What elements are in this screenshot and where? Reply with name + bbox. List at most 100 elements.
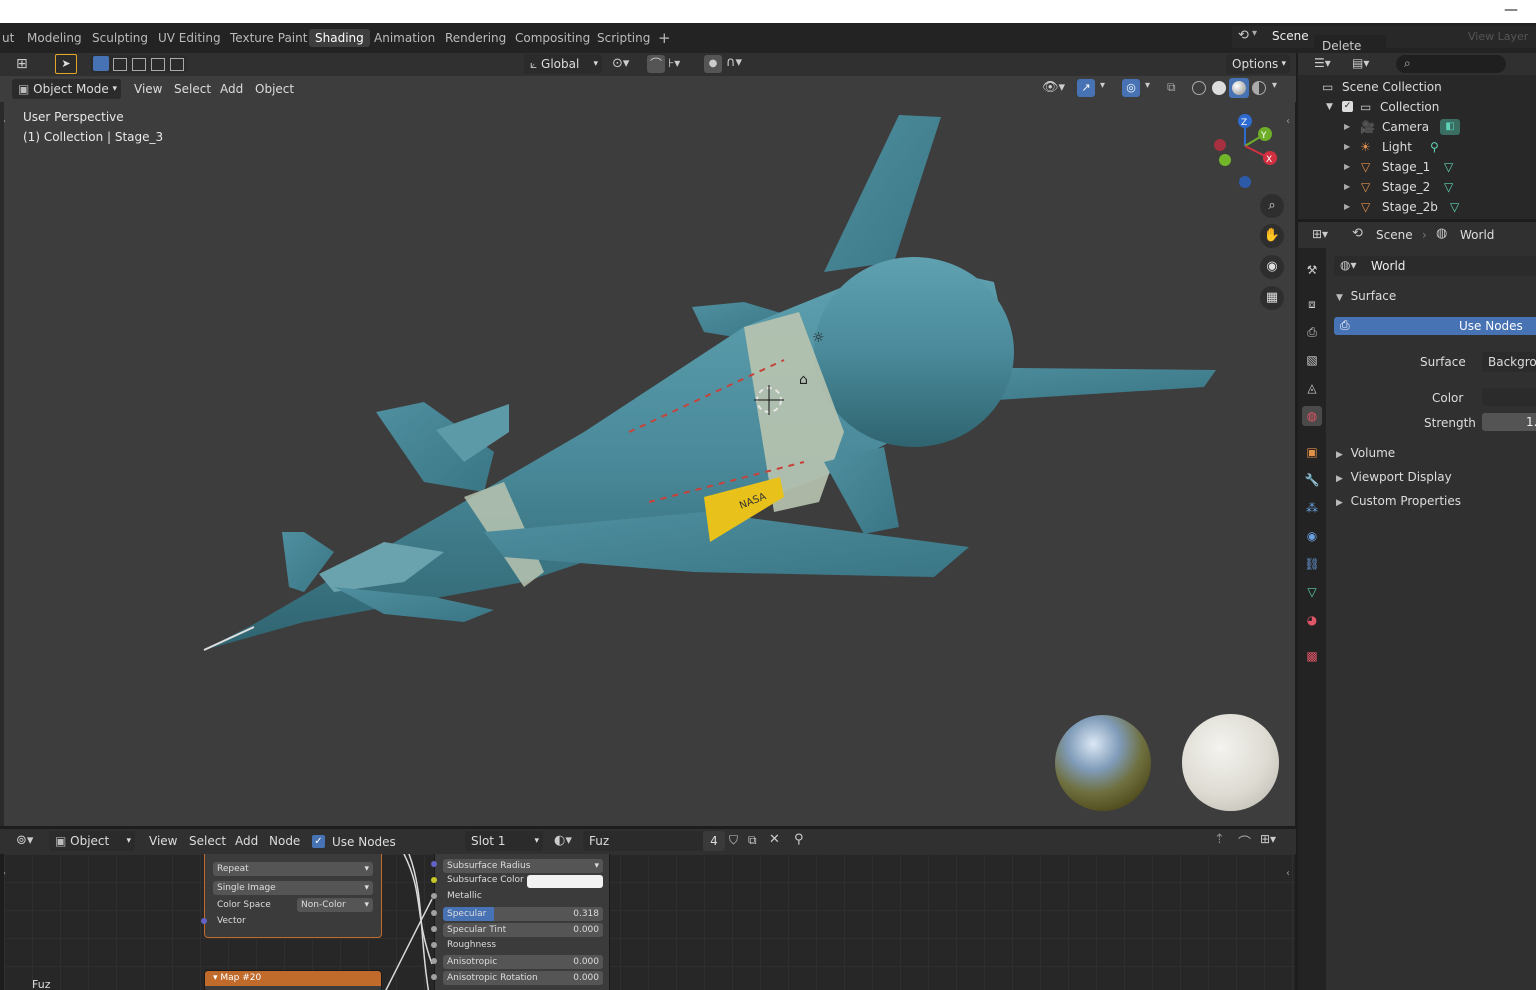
tab-animation[interactable]: Animation — [368, 29, 441, 47]
pivot-point-icon[interactable]: ⊙▾ — [612, 56, 629, 71]
parent-node-tree-icon[interactable]: ⇡ — [1214, 832, 1225, 847]
camera-view-icon[interactable]: ◉ — [1260, 255, 1284, 279]
viewport-display-panel-header[interactable]: ▶ Viewport Display — [1336, 470, 1452, 484]
mesh-data-tab-icon[interactable]: ▽ — [1302, 582, 1322, 602]
specular-slider[interactable]: Specular 0.318 — [443, 907, 603, 921]
material-browse-icon[interactable]: ◐▾ — [554, 833, 572, 848]
node-snap-icon[interactable]: ⌒ — [1238, 832, 1251, 851]
physics-tab-icon[interactable]: ◉ — [1302, 526, 1322, 546]
surface-panel-header[interactable]: ▼ Surface — [1336, 289, 1396, 303]
texture-tab-icon[interactable]: ▩ — [1302, 646, 1322, 666]
pin-icon[interactable]: ⚲ — [794, 832, 804, 847]
color-swatch[interactable] — [1482, 388, 1536, 406]
subsurface-radius-socket[interactable] — [431, 861, 437, 867]
view-layer-tab-icon[interactable]: ▧ — [1302, 350, 1322, 370]
zoom-icon[interactable]: ⌕ — [1260, 194, 1284, 218]
gizmo-toggle-icon[interactable]: ↗ — [1077, 79, 1095, 97]
menu-object[interactable]: Object — [250, 79, 299, 99]
output-tab-icon[interactable]: ⎙ — [1302, 322, 1322, 342]
chevron-down-icon[interactable]: ▾ — [1272, 80, 1277, 91]
anisotropic-rotation-slider[interactable]: Anisotropic Rotation 0.000 — [443, 971, 603, 985]
outliner-item-light[interactable]: ▶ ☀ Light ⚲ — [1298, 137, 1536, 157]
light-data-icon[interactable]: ⚲ — [1430, 137, 1439, 157]
unlink-material-icon[interactable]: ✕ — [769, 832, 780, 847]
node-object-dropdown[interactable]: ▣ Object ▾ — [49, 831, 135, 851]
navigation-gizmo[interactable]: Z Y X — [1210, 114, 1280, 194]
tab-modeling[interactable]: Modeling — [21, 29, 88, 47]
custom-properties-panel-header[interactable]: ▶ Custom Properties — [1336, 494, 1461, 508]
camera-marker-icon[interactable]: ⌂ — [799, 372, 808, 388]
collection-checkbox[interactable]: ✓ — [1342, 101, 1353, 112]
wireframe-shading-icon[interactable] — [1192, 81, 1206, 95]
disclosure-right-icon[interactable]: ▶ — [1344, 177, 1350, 197]
outliner-editor-icon[interactable]: ☰▾ — [1314, 56, 1331, 70]
select-extend-icon[interactable] — [113, 58, 127, 71]
material-tab-icon[interactable]: ◕ — [1302, 610, 1322, 630]
proportional-edit-icon[interactable]: ● — [704, 55, 722, 73]
mesh-data-icon[interactable]: ▽ — [1444, 177, 1453, 197]
duplicate-material-icon[interactable]: ⧉ — [748, 833, 757, 848]
camera-data-icon[interactable]: ◧ — [1440, 119, 1460, 135]
slot-dropdown[interactable]: Slot 1 ▾ — [465, 831, 543, 851]
material-users-count[interactable]: 4 — [703, 831, 725, 851]
tool-tab-icon[interactable]: ⚒ — [1302, 260, 1322, 280]
anisotropic-socket[interactable] — [431, 958, 437, 964]
tab-scripting[interactable]: Scripting — [591, 29, 656, 47]
pan-hand-icon[interactable]: ✋ — [1260, 224, 1284, 248]
editor-type-icon[interactable]: ⊞ — [16, 56, 28, 72]
overlays-toggle-icon[interactable]: ◎ — [1122, 79, 1140, 97]
outliner-search-input[interactable]: ⌕ — [1396, 55, 1506, 73]
specular-tint-socket[interactable] — [431, 926, 437, 932]
gizmo-neg-z[interactable] — [1239, 176, 1251, 188]
principled-bsdf-node[interactable]: Subsurface Radius ▾ Subsurface Color Meta… — [431, 854, 610, 990]
gizmo-neg-x[interactable] — [1214, 139, 1226, 151]
chevron-down-icon[interactable]: ▾ — [1100, 80, 1105, 91]
outliner-scene-collection[interactable]: ▭ Scene Collection — [1298, 77, 1536, 97]
disclosure-right-icon[interactable]: ▶ — [1344, 137, 1350, 157]
use-nodes-button[interactable]: ⎙ Use Nodes — [1334, 317, 1536, 335]
proportional-falloff-icon[interactable]: ∩▾ — [726, 55, 742, 70]
select-intersect-icon[interactable] — [170, 58, 184, 71]
disclosure-down-icon[interactable]: ▼ — [1326, 97, 1333, 117]
vector-socket[interactable] — [201, 918, 207, 924]
disclosure-right-icon[interactable]: ▶ — [1344, 197, 1350, 217]
node-editor-canvas[interactable]: › ‹ Repeat▾ Single Image▾ Color Space No… — [4, 854, 1295, 990]
outliner-item-stage-2[interactable]: ▶ ▽ Stage_2 ▽ — [1298, 177, 1536, 197]
projection-dropdown[interactable]: Single Image ▾ — [213, 881, 373, 895]
menu-add[interactable]: Add — [215, 79, 248, 99]
node-menu-select[interactable]: Select — [184, 831, 231, 851]
tab-shading[interactable]: Shading — [309, 29, 370, 47]
constraints-tab-icon[interactable]: ⛓ — [1302, 554, 1322, 574]
metallic-socket[interactable] — [431, 893, 437, 899]
world-datablock-field[interactable]: ◍▾ World — [1334, 256, 1536, 276]
fake-user-shield-icon[interactable]: ⛉ — [729, 833, 738, 848]
properties-world-tab[interactable]: World — [1460, 228, 1494, 242]
xray-toggle-icon[interactable]: ⧉ — [1167, 80, 1176, 95]
tab-layout[interactable]: ut — [0, 29, 20, 47]
node-menu-view[interactable]: View — [144, 831, 182, 851]
volume-panel-header[interactable]: ▶ Volume — [1336, 446, 1395, 460]
snap-element-icon[interactable]: ⊞▾ — [1260, 832, 1276, 846]
tab-texture-paint[interactable]: Texture Paint — [224, 29, 313, 47]
tab-sculpting[interactable]: Sculpting — [86, 29, 154, 47]
select-tool-icon[interactable]: ➤ — [55, 54, 77, 74]
gizmo-neg-y[interactable] — [1219, 154, 1231, 166]
light-marker-icon[interactable]: ☼ — [812, 330, 825, 346]
specular-tint-slider[interactable]: Specular Tint 0.000 — [443, 923, 603, 937]
world-tab-icon[interactable]: ◍ — [1302, 406, 1322, 426]
use-nodes-checkbox[interactable]: ✓ — [312, 835, 325, 848]
scene-tab-icon[interactable]: ◬ — [1302, 378, 1322, 398]
node-editor-type-icon[interactable]: ⊚▾ — [16, 833, 33, 848]
solid-shading-icon[interactable] — [1212, 81, 1226, 95]
disclosure-right-icon[interactable]: ▶ — [1344, 117, 1350, 137]
particles-tab-icon[interactable]: ⁂ — [1302, 498, 1322, 518]
rendered-shading-icon[interactable] — [1252, 81, 1266, 95]
minimize-icon[interactable]: — — [1504, 2, 1518, 18]
mesh-data-icon[interactable]: ▽ — [1444, 157, 1453, 177]
snap-toggle-icon[interactable]: ⌒ — [647, 55, 665, 73]
select-subtract-icon[interactable] — [132, 58, 146, 71]
node-menu-node[interactable]: Node — [264, 831, 305, 851]
visibility-icon[interactable]: 👁▾ — [1042, 80, 1065, 95]
transform-orientation-dropdown[interactable]: ⟀ Global ▾ — [524, 54, 602, 74]
roughness-socket[interactable] — [431, 942, 437, 948]
